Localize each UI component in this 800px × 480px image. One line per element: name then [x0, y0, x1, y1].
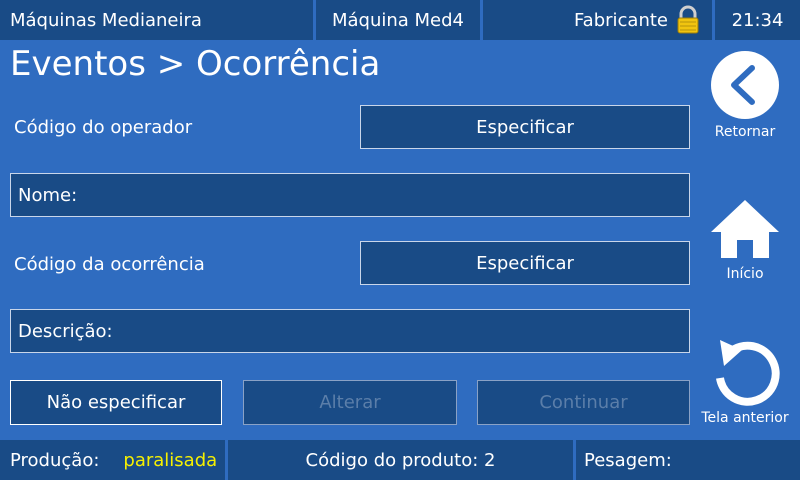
user-level-label: Fabricante — [573, 9, 668, 31]
status-bar: Produção: paralisada Código do produto: … — [0, 440, 800, 480]
weighing-label: Pesagem: — [584, 449, 672, 471]
name-label: Nome: — [18, 184, 78, 206]
change-button[interactable]: Alterar — [243, 380, 457, 425]
description-field: Descrição: — [10, 309, 690, 353]
home-label: Início — [726, 266, 764, 282]
occurrence-code-label: Código da ocorrência — [14, 254, 205, 275]
header-bar: Máquinas Medianeira Máquina Med4 Fabrica… — [0, 0, 800, 40]
home-button[interactable]: Início — [705, 198, 785, 282]
previous-screen-button[interactable]: Tela anterior — [695, 338, 795, 426]
app-name: Máquinas Medianeira — [10, 9, 202, 31]
description-label: Descrição: — [18, 320, 113, 342]
clock: 21:34 — [731, 9, 784, 31]
lock-icon — [676, 5, 700, 35]
page-title: Eventos > Ocorrência — [10, 44, 381, 84]
back-arrow-icon — [710, 50, 780, 120]
production-label: Produção: — [10, 449, 100, 471]
continue-button[interactable]: Continuar — [477, 380, 690, 425]
back-label: Retornar — [714, 124, 776, 140]
product-code: Código do produto: 2 — [305, 449, 496, 471]
not-specify-button[interactable]: Não especificar — [10, 380, 222, 425]
operator-code-label: Código do operador — [14, 117, 193, 138]
footer-divider — [573, 440, 576, 480]
undo-arrow-icon — [710, 338, 780, 408]
home-icon — [709, 198, 781, 260]
operator-code-specify-button[interactable]: Especificar — [360, 105, 690, 149]
production-status: Produção: paralisada — [10, 440, 230, 480]
previous-screen-label: Tela anterior — [701, 410, 789, 426]
occurrence-code-specify-button[interactable]: Especificar — [360, 241, 690, 285]
user-level[interactable]: Fabricante — [483, 0, 712, 40]
name-field: Nome: — [10, 173, 690, 217]
back-button[interactable]: Retornar — [705, 50, 785, 140]
machine-name: Máquina Med4 — [331, 9, 465, 31]
production-status-value: paralisada — [123, 449, 218, 471]
